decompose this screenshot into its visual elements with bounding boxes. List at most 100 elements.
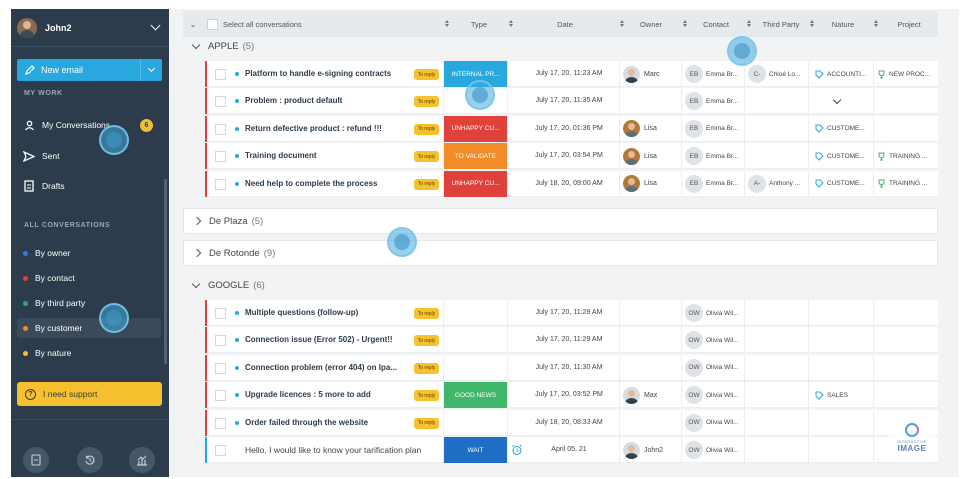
conversation-subject[interactable]: Connection issue (Error 502) - Urgent!!: [245, 327, 413, 353]
type-label[interactable]: GOOD NEWS: [444, 382, 507, 409]
row-checkbox[interactable]: [215, 178, 226, 190]
sidebar-item-by-nature[interactable]: By nature: [17, 343, 161, 363]
contact-cell[interactable]: OW Olivia Wil...: [685, 358, 739, 377]
owner-cell[interactable]: Lisa: [623, 175, 657, 193]
conversation-subject[interactable]: Hello, I would like to know your tarific…: [245, 437, 441, 463]
conversation-subject[interactable]: Return defective product : refund !!!: [245, 116, 413, 142]
sort-icon[interactable]: [509, 20, 514, 28]
sidebar-item-by-owner[interactable]: By owner: [17, 243, 161, 263]
nature-cell[interactable]: CUSTOME...: [815, 116, 865, 142]
type-label[interactable]: UNHAPPY CU...: [444, 115, 507, 142]
row-checkbox[interactable]: [215, 362, 226, 374]
contact-cell[interactable]: OW Olivia Wil...: [685, 441, 739, 459]
group-apple[interactable]: APPLE (5): [191, 40, 254, 52]
conversation-subject[interactable]: Need help to complete the process: [245, 171, 413, 197]
conversation-subject[interactable]: Upgrade licences : 5 more to add: [245, 382, 413, 408]
sidebar-item-by-contact[interactable]: By contact: [17, 268, 161, 288]
user-menu[interactable]: John2: [11, 9, 169, 47]
nature-cell[interactable]: CUSTOME...: [815, 171, 865, 197]
table-row[interactable]: Order failed through the website To reply…: [205, 409, 938, 436]
table-row[interactable]: Need help to complete the process To repl…: [205, 170, 938, 197]
new-email-button[interactable]: New email: [17, 59, 140, 81]
table-row[interactable]: Upgrade licences : 5 more to add To reply…: [205, 382, 938, 409]
contact-cell[interactable]: EB Emma Br...: [685, 65, 738, 83]
row-checkbox[interactable]: [215, 151, 226, 163]
history-button[interactable]: [77, 447, 103, 473]
contact-cell[interactable]: OW Olivia Wil...: [685, 331, 739, 350]
third-party-cell[interactable]: C- Chloé Lo...: [748, 65, 800, 83]
table-row[interactable]: Connection problem (error 404) on Ipa...…: [205, 354, 938, 381]
owner-cell[interactable]: John2: [623, 441, 663, 459]
column-owner[interactable]: Owner: [625, 11, 677, 37]
group-google[interactable]: GOOGLE (6): [191, 279, 265, 291]
nature-cell[interactable]: CUSTOME...: [815, 143, 865, 169]
table-row[interactable]: Problem : product default To reply July 17…: [205, 88, 938, 115]
row-checkbox[interactable]: [215, 335, 226, 347]
sidebar-item-my-conversations[interactable]: My Conversations 6: [17, 115, 161, 135]
type-label[interactable]: UNHAPPY CU...: [444, 170, 507, 197]
row-checkbox[interactable]: [215, 69, 226, 80]
conversation-subject[interactable]: Connection problem (error 404) on Ipa...: [245, 355, 413, 381]
sidebar-item-by-customer[interactable]: By customer: [17, 318, 161, 338]
table-row[interactable]: Connection issue (Error 502) - Urgent!! T…: [205, 327, 938, 354]
contact-cell[interactable]: OW Olivia Wil...: [685, 304, 739, 322]
conversation-subject[interactable]: Problem : product default: [245, 88, 413, 114]
row-checkbox[interactable]: [215, 308, 226, 319]
contact-cell[interactable]: EB Emma Br...: [685, 119, 738, 138]
project-cell[interactable]: TRAINING ...: [877, 171, 927, 197]
third-party-cell[interactable]: A- Anthony ...: [748, 174, 800, 193]
sidebar-item-drafts[interactable]: Drafts: [17, 176, 161, 196]
stats-button[interactable]: [129, 447, 155, 473]
table-row[interactable]: Return defective product : refund !!! To …: [205, 115, 938, 142]
table-row[interactable]: Hello, I would like to know your tarific…: [205, 437, 938, 463]
owner-cell[interactable]: Max: [623, 386, 657, 404]
row-checkbox[interactable]: [215, 123, 226, 135]
contact-cell[interactable]: OW Olivia Wil...: [685, 386, 739, 405]
owner-cell[interactable]: Lisa: [623, 120, 657, 138]
nature-cell[interactable]: ACCOUNTI...: [815, 61, 866, 87]
sort-icon[interactable]: [683, 20, 688, 28]
table-row[interactable]: Multiple questions (follow-up) To reply Ju…: [205, 300, 938, 326]
contact-cell[interactable]: EB Emma Br...: [685, 147, 738, 166]
contact-cell[interactable]: OW Olivia Wil...: [685, 413, 739, 432]
owner-cell[interactable]: Marc: [623, 65, 660, 83]
column-type[interactable]: Type: [449, 11, 509, 37]
row-checkbox[interactable]: [215, 417, 226, 429]
sidebar-scrollbar[interactable]: [164, 179, 167, 364]
new-email-options-button[interactable]: [140, 59, 162, 81]
project-cell[interactable]: NEW PROC...: [877, 61, 930, 87]
chevron-down-icon[interactable]: [832, 96, 842, 105]
select-all-checkbox[interactable]: [207, 18, 218, 30]
group-de-rotonde[interactable]: De Rotonde (9): [183, 240, 938, 266]
support-button[interactable]: ? I need support: [17, 382, 162, 406]
conversation-subject[interactable]: Training document: [245, 143, 413, 169]
type-label[interactable]: WAIT: [444, 437, 507, 463]
nature-cell[interactable]: SALES: [815, 382, 848, 408]
column-date[interactable]: Date: [515, 11, 615, 37]
row-checkbox[interactable]: [215, 390, 226, 402]
table-row[interactable]: Platform to handle e-signing contracts To…: [205, 61, 938, 87]
project-cell[interactable]: TRAINING ...: [877, 143, 927, 169]
nature-label: SALES: [827, 391, 848, 399]
type-label[interactable]: TO VALIDATE: [444, 143, 507, 170]
conversation-subject[interactable]: Platform to handle e-signing contracts: [245, 61, 413, 87]
owner-cell[interactable]: Lisa: [623, 147, 657, 165]
column-nature[interactable]: Nature: [815, 11, 871, 37]
conversation-subject[interactable]: Multiple questions (follow-up): [245, 300, 413, 326]
conversation-subject[interactable]: Order failed through the website: [245, 410, 413, 436]
chevron-down-icon[interactable]: [150, 20, 161, 31]
row-checkbox[interactable]: [215, 445, 226, 456]
column-contact[interactable]: Contact: [689, 11, 743, 37]
contact-cell[interactable]: EB Emma Br...: [685, 174, 738, 193]
row-checkbox[interactable]: [215, 96, 226, 108]
collapse-all-icon[interactable]: ⌄: [183, 20, 203, 29]
group-de-plaza[interactable]: De Plaza (5): [183, 208, 938, 234]
sort-icon[interactable]: [747, 20, 752, 28]
document-button[interactable]: [23, 447, 49, 473]
table-row[interactable]: Training document To reply TO VALIDATE July…: [205, 143, 938, 170]
contact-cell[interactable]: EB Emma Br...: [685, 92, 738, 111]
column-third-party[interactable]: Third Party: [753, 11, 809, 37]
sidebar-item-sent[interactable]: Sent: [17, 146, 161, 166]
column-project[interactable]: Project: [879, 11, 939, 37]
sidebar-item-by-third-party[interactable]: By third party: [17, 293, 161, 313]
